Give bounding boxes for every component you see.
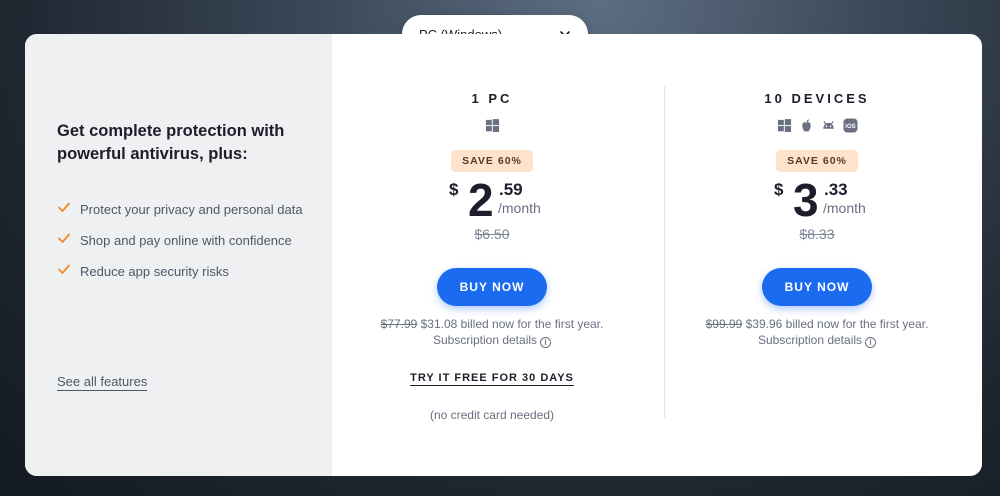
info-icon: i [865, 337, 877, 348]
billed-text: $39.96 billed now for the first year. [742, 317, 929, 331]
billed-text: $31.08 billed now for the first year. [417, 317, 604, 331]
buy-now-button[interactable]: BUY NOW [762, 268, 872, 306]
os-icons [332, 118, 652, 134]
save-badge: SAVE 60% [451, 150, 533, 172]
try-free-link[interactable]: TRY IT FREE FOR 30 DAYS [410, 372, 574, 386]
subscription-details-label: Subscription details [432, 333, 538, 347]
ios-icon: iOS [842, 118, 858, 133]
billed-old-price: $77.99 [380, 317, 418, 331]
old-price: $8.33 [799, 226, 835, 242]
plan-title: 10 DEVICES [764, 91, 870, 106]
no-credit-card-note: (no credit card needed) [429, 408, 555, 422]
price-cents: .33 [824, 180, 848, 199]
os-icons: iOS [657, 118, 977, 134]
currency-symbol: $ [449, 180, 459, 199]
subscription-details-link[interactable]: Subscription details i [332, 332, 652, 348]
subscription-details-link[interactable]: Subscription details i [657, 332, 977, 348]
feature-text: Shop and pay online with confidence [80, 233, 292, 248]
price-period: /month [823, 200, 866, 216]
currency-symbol: $ [774, 180, 784, 199]
android-icon [822, 120, 834, 129]
pricing-card: Get complete protection with powerful an… [25, 34, 982, 476]
save-badge: SAVE 60% [776, 150, 858, 172]
billing-info: $77.99 $31.08 billed now for the first y… [332, 316, 652, 332]
price: $ 2 .59 /month [332, 174, 652, 226]
feature-text: Protect your privacy and personal data [80, 202, 303, 217]
features-list: Protect your privacy and personal data S… [57, 198, 307, 291]
plan-title: 1 PC [471, 91, 513, 106]
price-period: /month [498, 200, 541, 216]
plans-area: 1 PC SAVE 60% $ 2 .59 /month $6.50 BUY N… [332, 34, 982, 476]
price-major: 2 [468, 174, 494, 226]
see-all-features-link[interactable]: See all features [57, 374, 148, 391]
feature-text: Reduce app security risks [80, 264, 229, 279]
features-heading: Get complete protection with powerful an… [57, 122, 285, 163]
old-price: $6.50 [474, 226, 510, 242]
check-icon [58, 264, 70, 274]
billed-old-price: $99.99 [705, 317, 743, 331]
apple-icon [801, 119, 811, 132]
price-major: 3 [793, 174, 819, 226]
subscription-details-label: Subscription details [757, 333, 863, 347]
features-panel: Get complete protection with powerful an… [25, 34, 332, 476]
check-icon [58, 233, 70, 243]
ios-icon-label: iOS [845, 123, 855, 130]
billing-info: $99.99 $39.96 billed now for the first y… [657, 316, 977, 332]
windows-icon [777, 119, 791, 132]
feature-item: Shop and pay online with confidence [57, 229, 307, 252]
feature-item: Protect your privacy and personal data [57, 198, 307, 221]
info-icon: i [540, 337, 552, 348]
price: $ 3 .33 /month [657, 174, 977, 226]
check-icon [58, 202, 70, 212]
feature-item: Reduce app security risks [57, 260, 307, 283]
plan-10-devices: 10 DEVICES iOS SAVE 60% $ 3 .33 /month $… [657, 34, 977, 348]
plan-1pc: 1 PC SAVE 60% $ 2 .59 /month $6.50 BUY N… [332, 34, 652, 422]
price-cents: .59 [499, 180, 523, 199]
windows-icon [485, 119, 499, 132]
buy-now-button[interactable]: BUY NOW [437, 268, 547, 306]
